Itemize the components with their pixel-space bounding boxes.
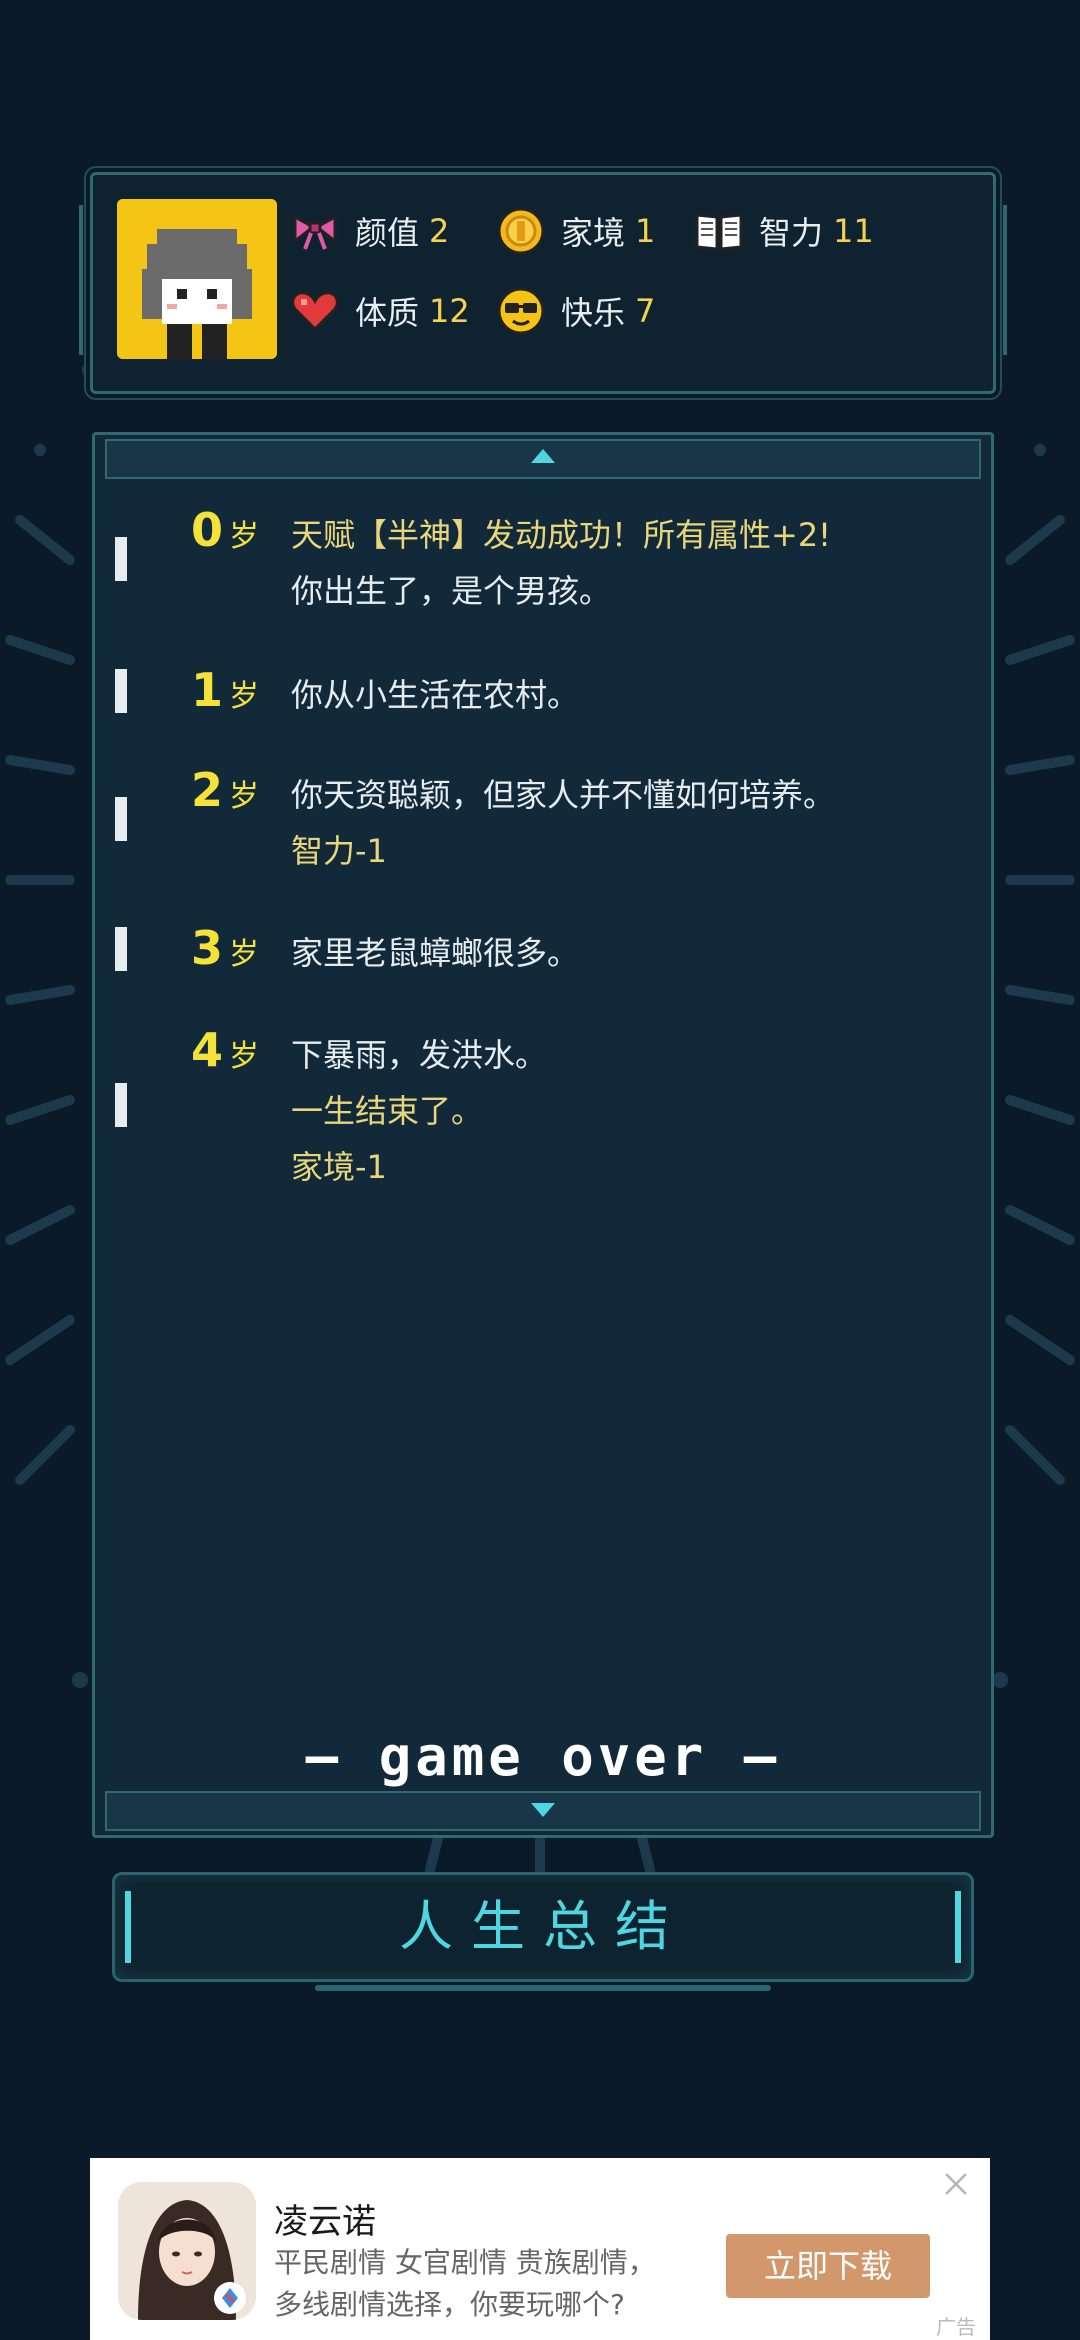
ad-banner[interactable]: 凌云诺 平民剧情 女官剧情 贵族剧情， 多线剧情选择，你要玩哪个? 立即下载 广… — [90, 2158, 990, 2340]
stat-label: 快乐 — [561, 294, 626, 332]
stat-intelligence: 智力 11 — [693, 203, 874, 259]
entry-line: 一生结束了。 — [291, 1092, 484, 1130]
ad-title: 凌云诺 — [274, 2202, 376, 2242]
entry-line: 家境-1 — [291, 1148, 387, 1186]
entry-age: 1岁 — [191, 663, 260, 717]
entry-marker — [115, 927, 127, 971]
stat-value: 12 — [429, 292, 470, 330]
stat-label: 智力 — [759, 214, 824, 252]
stat-value: 11 — [833, 212, 874, 250]
stat-constitution: 体质 12 — [289, 283, 470, 339]
download-button[interactable]: 立即下载 — [726, 2234, 930, 2298]
arrow-up-icon — [531, 449, 555, 463]
entry-line: 你出生了，是个男孩。 — [291, 572, 612, 610]
entry-marker — [115, 797, 127, 841]
avatar — [117, 199, 277, 359]
stat-label: 家境 — [561, 214, 626, 252]
entry-marker — [115, 1083, 127, 1127]
ad-description: 平民剧情 女官剧情 贵族剧情， 多线剧情选择，你要玩哪个? — [274, 2246, 656, 2321]
stat-label: 体质 — [355, 294, 420, 332]
stat-value: 2 — [429, 212, 450, 250]
entry-line: 天赋【半神】发动成功！所有属性+2! — [291, 516, 832, 554]
entry-age: 2岁 — [191, 763, 260, 817]
app-icon[interactable] — [118, 2182, 256, 2320]
coin-icon — [497, 207, 545, 255]
entry-age: 3岁 — [191, 921, 260, 975]
close-icon[interactable] — [936, 2164, 976, 2204]
entry-marker — [115, 669, 127, 713]
entry-line: 下暴雨，发洪水。 — [291, 1036, 548, 1074]
stat-appearance: 颜值 2 — [289, 203, 449, 259]
life-log-panel[interactable]: 0岁 天赋【半神】发动成功！所有属性+2! 你出生了，是个男孩。 1岁 你从小生… — [92, 432, 994, 1838]
button-underline — [315, 1985, 771, 1991]
heart-icon — [291, 291, 339, 332]
arrow-down-icon — [531, 1803, 555, 1817]
stat-value: 1 — [635, 212, 656, 250]
bow-icon — [293, 214, 337, 250]
entry-line: 你从小生活在农村。 — [291, 676, 580, 714]
entry-line: 家里老鼠蟑螂很多。 — [291, 934, 580, 972]
life-summary-button[interactable]: 人生总结 — [112, 1872, 974, 1991]
book-icon — [695, 213, 743, 251]
life-summary-label: 人生总结 — [399, 1895, 687, 1958]
stat-family: 家境 1 — [495, 203, 655, 259]
entry-age: 4岁 — [191, 1023, 260, 1077]
stat-value: 7 — [635, 292, 656, 330]
stat-happiness: 快乐 7 — [495, 283, 655, 339]
stat-label: 颜值 — [355, 214, 420, 252]
entry-marker — [115, 537, 127, 581]
entry-line: 你天资聪颖，但家人并不懂如何培养。 — [291, 776, 836, 814]
attribute-panel: 颜值 2 家境 1 智力 11 体质 12 快乐 7 — [79, 172, 1007, 394]
sunglasses-face-icon — [497, 287, 545, 335]
entry-line: 智力-1 — [291, 832, 387, 870]
entry-age: 0岁 — [191, 503, 260, 557]
scroll-up-bar[interactable] — [105, 439, 981, 479]
ad-tag: 广告 — [936, 2315, 976, 2339]
game-over-label: — game over — — [305, 1725, 781, 1788]
scroll-down-bar[interactable] — [105, 1791, 981, 1831]
